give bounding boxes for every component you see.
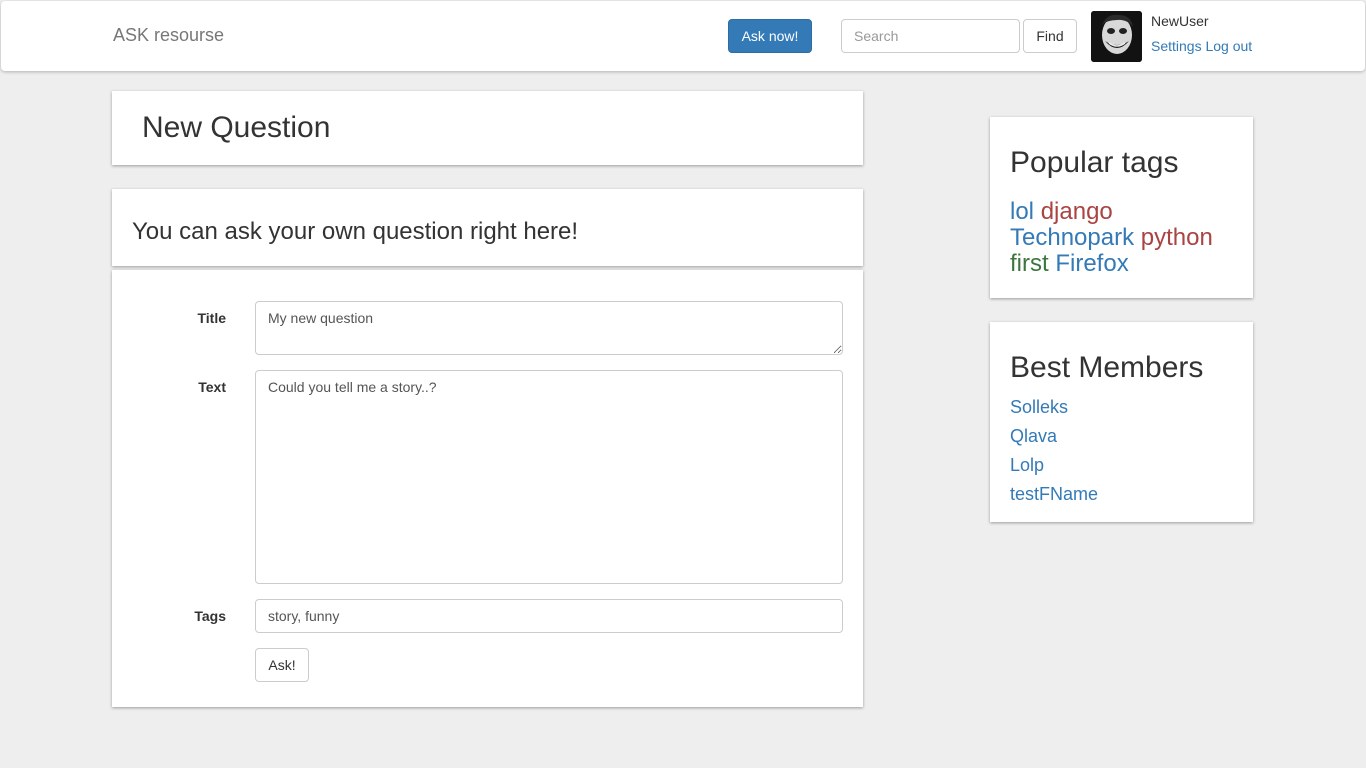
tag-first[interactable]: first bbox=[1010, 250, 1049, 277]
best-members-card: Best Members Solleks Qlava Lolp testFNam… bbox=[990, 322, 1253, 522]
member-link[interactable]: Lolp bbox=[1010, 455, 1044, 475]
tags-field[interactable] bbox=[255, 599, 843, 633]
tags-label: Tags bbox=[194, 608, 226, 624]
member-link[interactable]: testFName bbox=[1010, 484, 1098, 504]
member-link[interactable]: Solleks bbox=[1010, 397, 1068, 417]
member-link[interactable]: Qlava bbox=[1010, 426, 1057, 446]
logout-link[interactable]: Log out bbox=[1205, 38, 1252, 54]
find-button[interactable]: Find bbox=[1023, 19, 1077, 53]
user-avatar[interactable] bbox=[1091, 11, 1142, 62]
popular-tags-heading: Popular tags bbox=[1010, 146, 1179, 179]
members-list: Solleks Qlava Lolp testFName bbox=[1010, 393, 1098, 509]
title-label: Title bbox=[197, 310, 226, 326]
intro-text: You can ask your own question right here… bbox=[132, 218, 579, 245]
tag-technopark[interactable]: Technopark bbox=[1010, 224, 1134, 251]
list-item: Lolp bbox=[1010, 451, 1098, 480]
tag-python[interactable]: python bbox=[1141, 224, 1213, 251]
top-navbar: ASK resourse Ask now! Find NewUser Setti… bbox=[1, 1, 1365, 71]
best-members-heading: Best Members bbox=[1010, 351, 1204, 384]
page-title-card: New Question bbox=[112, 91, 863, 165]
username: NewUser bbox=[1151, 13, 1209, 29]
list-item: testFName bbox=[1010, 480, 1098, 509]
question-form: Title Text Tags Ask! bbox=[112, 270, 863, 707]
tag-lol[interactable]: lol bbox=[1010, 198, 1034, 225]
search-input[interactable] bbox=[841, 19, 1020, 53]
list-item: Solleks bbox=[1010, 393, 1098, 422]
intro-card: You can ask your own question right here… bbox=[112, 189, 863, 266]
popular-tags-card: Popular tags lol django Technopark pytho… bbox=[990, 117, 1253, 298]
text-label: Text bbox=[198, 379, 226, 395]
tag-django[interactable]: django bbox=[1041, 198, 1113, 225]
ask-now-button[interactable]: Ask now! bbox=[728, 19, 812, 53]
avatar-image bbox=[1091, 11, 1142, 62]
user-links: Settings Log out bbox=[1151, 38, 1252, 54]
settings-link[interactable]: Settings bbox=[1151, 38, 1202, 54]
title-field[interactable] bbox=[255, 301, 843, 355]
page-title: New Question bbox=[142, 111, 331, 144]
ask-submit-button[interactable]: Ask! bbox=[255, 648, 309, 682]
tag-firefox[interactable]: Firefox bbox=[1055, 250, 1128, 277]
tags-cloud: lol django Technopark python first Firef… bbox=[1010, 199, 1240, 277]
brand-link[interactable]: ASK resourse bbox=[113, 25, 224, 46]
text-field[interactable] bbox=[255, 370, 843, 584]
list-item: Qlava bbox=[1010, 422, 1098, 451]
